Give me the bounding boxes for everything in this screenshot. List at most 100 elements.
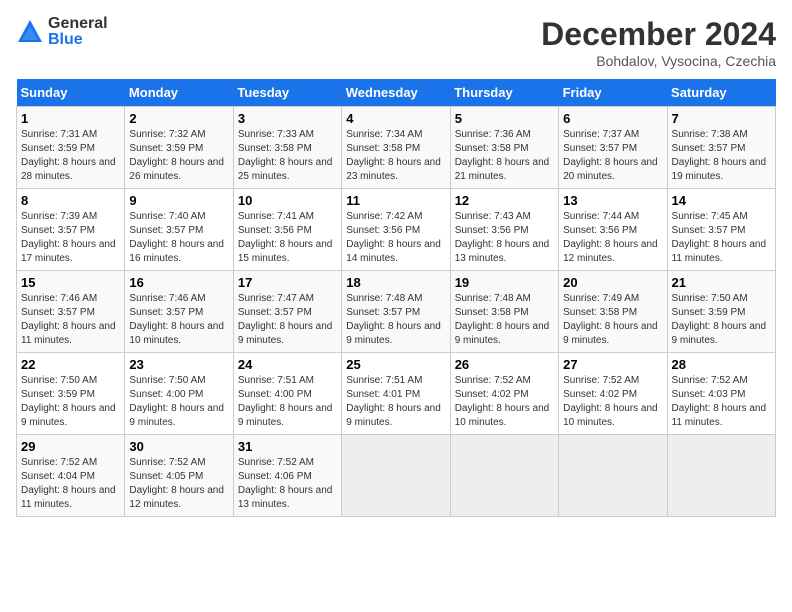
- logo-blue-text: Blue: [48, 32, 108, 48]
- calendar-cell: 15 Sunrise: 7:46 AMSunset: 3:57 PMDaylig…: [17, 271, 125, 353]
- day-info: Sunrise: 7:48 AMSunset: 3:58 PMDaylight:…: [455, 292, 554, 348]
- calendar-cell: 4 Sunrise: 7:34 AMSunset: 3:58 PMDayligh…: [342, 107, 450, 189]
- day-header-friday: Friday: [559, 79, 667, 107]
- day-number: 19: [455, 275, 554, 290]
- day-info: Sunrise: 7:52 AMSunset: 4:06 PMDaylight:…: [238, 456, 337, 512]
- day-info: Sunrise: 7:46 AMSunset: 3:57 PMDaylight:…: [129, 292, 228, 348]
- calendar-cell: 16 Sunrise: 7:46 AMSunset: 3:57 PMDaylig…: [125, 271, 233, 353]
- day-info: Sunrise: 7:45 AMSunset: 3:57 PMDaylight:…: [672, 210, 771, 266]
- location-subtitle: Bohdalov, Vysocina, Czechia: [541, 53, 776, 69]
- day-info: Sunrise: 7:51 AMSunset: 4:01 PMDaylight:…: [346, 374, 445, 430]
- calendar-cell: 28 Sunrise: 7:52 AMSunset: 4:03 PMDaylig…: [667, 353, 775, 435]
- day-info: Sunrise: 7:50 AMSunset: 3:59 PMDaylight:…: [672, 292, 771, 348]
- calendar-cell: 11 Sunrise: 7:42 AMSunset: 3:56 PMDaylig…: [342, 189, 450, 271]
- calendar-cell: 6 Sunrise: 7:37 AMSunset: 3:57 PMDayligh…: [559, 107, 667, 189]
- day-number: 30: [129, 439, 228, 454]
- calendar-cell: 20 Sunrise: 7:49 AMSunset: 3:58 PMDaylig…: [559, 271, 667, 353]
- calendar-cell: 2 Sunrise: 7:32 AMSunset: 3:59 PMDayligh…: [125, 107, 233, 189]
- day-info: Sunrise: 7:43 AMSunset: 3:56 PMDaylight:…: [455, 210, 554, 266]
- calendar-table: SundayMondayTuesdayWednesdayThursdayFrid…: [16, 79, 776, 517]
- day-header-saturday: Saturday: [667, 79, 775, 107]
- day-number: 7: [672, 111, 771, 126]
- page-header: General Blue December 2024 Bohdalov, Vys…: [16, 16, 776, 69]
- day-number: 22: [21, 357, 120, 372]
- day-number: 25: [346, 357, 445, 372]
- calendar-cell: 24 Sunrise: 7:51 AMSunset: 4:00 PMDaylig…: [233, 353, 341, 435]
- day-number: 13: [563, 193, 662, 208]
- calendar-cell: 17 Sunrise: 7:47 AMSunset: 3:57 PMDaylig…: [233, 271, 341, 353]
- day-header-monday: Monday: [125, 79, 233, 107]
- calendar-week-5: 29 Sunrise: 7:52 AMSunset: 4:04 PMDaylig…: [17, 435, 776, 517]
- day-info: Sunrise: 7:31 AMSunset: 3:59 PMDaylight:…: [21, 128, 120, 184]
- logo-general-text: General: [48, 16, 108, 32]
- calendar-cell: 3 Sunrise: 7:33 AMSunset: 3:58 PMDayligh…: [233, 107, 341, 189]
- calendar-cell: 27 Sunrise: 7:52 AMSunset: 4:02 PMDaylig…: [559, 353, 667, 435]
- day-number: 27: [563, 357, 662, 372]
- calendar-cell: [667, 435, 775, 517]
- day-number: 14: [672, 193, 771, 208]
- calendar-cell: 30 Sunrise: 7:52 AMSunset: 4:05 PMDaylig…: [125, 435, 233, 517]
- day-number: 24: [238, 357, 337, 372]
- day-header-thursday: Thursday: [450, 79, 558, 107]
- calendar-header: SundayMondayTuesdayWednesdayThursdayFrid…: [17, 79, 776, 107]
- logo-icon: [16, 18, 44, 46]
- day-number: 16: [129, 275, 228, 290]
- day-info: Sunrise: 7:52 AMSunset: 4:02 PMDaylight:…: [563, 374, 662, 430]
- day-number: 10: [238, 193, 337, 208]
- day-number: 9: [129, 193, 228, 208]
- calendar-cell: 14 Sunrise: 7:45 AMSunset: 3:57 PMDaylig…: [667, 189, 775, 271]
- day-number: 23: [129, 357, 228, 372]
- calendar-cell: 19 Sunrise: 7:48 AMSunset: 3:58 PMDaylig…: [450, 271, 558, 353]
- day-number: 18: [346, 275, 445, 290]
- calendar-cell: 25 Sunrise: 7:51 AMSunset: 4:01 PMDaylig…: [342, 353, 450, 435]
- day-info: Sunrise: 7:50 AMSunset: 3:59 PMDaylight:…: [21, 374, 120, 430]
- calendar-cell: 9 Sunrise: 7:40 AMSunset: 3:57 PMDayligh…: [125, 189, 233, 271]
- calendar-cell: 31 Sunrise: 7:52 AMSunset: 4:06 PMDaylig…: [233, 435, 341, 517]
- calendar-cell: [559, 435, 667, 517]
- day-header-tuesday: Tuesday: [233, 79, 341, 107]
- day-info: Sunrise: 7:51 AMSunset: 4:00 PMDaylight:…: [238, 374, 337, 430]
- day-info: Sunrise: 7:52 AMSunset: 4:04 PMDaylight:…: [21, 456, 120, 512]
- calendar-cell: 23 Sunrise: 7:50 AMSunset: 4:00 PMDaylig…: [125, 353, 233, 435]
- calendar-cell: 18 Sunrise: 7:48 AMSunset: 3:57 PMDaylig…: [342, 271, 450, 353]
- day-header-row: SundayMondayTuesdayWednesdayThursdayFrid…: [17, 79, 776, 107]
- day-info: Sunrise: 7:32 AMSunset: 3:59 PMDaylight:…: [129, 128, 228, 184]
- day-info: Sunrise: 7:42 AMSunset: 3:56 PMDaylight:…: [346, 210, 445, 266]
- day-number: 8: [21, 193, 120, 208]
- calendar-cell: 21 Sunrise: 7:50 AMSunset: 3:59 PMDaylig…: [667, 271, 775, 353]
- calendar-cell: 5 Sunrise: 7:36 AMSunset: 3:58 PMDayligh…: [450, 107, 558, 189]
- day-info: Sunrise: 7:52 AMSunset: 4:02 PMDaylight:…: [455, 374, 554, 430]
- calendar-week-1: 1 Sunrise: 7:31 AMSunset: 3:59 PMDayligh…: [17, 107, 776, 189]
- calendar-cell: 10 Sunrise: 7:41 AMSunset: 3:56 PMDaylig…: [233, 189, 341, 271]
- calendar-cell: 29 Sunrise: 7:52 AMSunset: 4:04 PMDaylig…: [17, 435, 125, 517]
- title-area: December 2024 Bohdalov, Vysocina, Czechi…: [541, 16, 776, 69]
- day-info: Sunrise: 7:36 AMSunset: 3:58 PMDaylight:…: [455, 128, 554, 184]
- day-info: Sunrise: 7:33 AMSunset: 3:58 PMDaylight:…: [238, 128, 337, 184]
- calendar-cell: [450, 435, 558, 517]
- day-number: 1: [21, 111, 120, 126]
- calendar-body: 1 Sunrise: 7:31 AMSunset: 3:59 PMDayligh…: [17, 107, 776, 517]
- day-number: 28: [672, 357, 771, 372]
- calendar-cell: 26 Sunrise: 7:52 AMSunset: 4:02 PMDaylig…: [450, 353, 558, 435]
- day-number: 29: [21, 439, 120, 454]
- calendar-cell: 1 Sunrise: 7:31 AMSunset: 3:59 PMDayligh…: [17, 107, 125, 189]
- day-info: Sunrise: 7:38 AMSunset: 3:57 PMDaylight:…: [672, 128, 771, 184]
- day-info: Sunrise: 7:34 AMSunset: 3:58 PMDaylight:…: [346, 128, 445, 184]
- calendar-cell: 7 Sunrise: 7:38 AMSunset: 3:57 PMDayligh…: [667, 107, 775, 189]
- day-info: Sunrise: 7:52 AMSunset: 4:03 PMDaylight:…: [672, 374, 771, 430]
- logo: General Blue: [16, 16, 108, 48]
- day-info: Sunrise: 7:48 AMSunset: 3:57 PMDaylight:…: [346, 292, 445, 348]
- day-number: 5: [455, 111, 554, 126]
- day-number: 15: [21, 275, 120, 290]
- calendar-week-4: 22 Sunrise: 7:50 AMSunset: 3:59 PMDaylig…: [17, 353, 776, 435]
- day-number: 4: [346, 111, 445, 126]
- calendar-week-3: 15 Sunrise: 7:46 AMSunset: 3:57 PMDaylig…: [17, 271, 776, 353]
- day-info: Sunrise: 7:52 AMSunset: 4:05 PMDaylight:…: [129, 456, 228, 512]
- day-number: 26: [455, 357, 554, 372]
- day-number: 3: [238, 111, 337, 126]
- calendar-cell: 22 Sunrise: 7:50 AMSunset: 3:59 PMDaylig…: [17, 353, 125, 435]
- day-number: 31: [238, 439, 337, 454]
- day-header-sunday: Sunday: [17, 79, 125, 107]
- day-info: Sunrise: 7:46 AMSunset: 3:57 PMDaylight:…: [21, 292, 120, 348]
- day-info: Sunrise: 7:49 AMSunset: 3:58 PMDaylight:…: [563, 292, 662, 348]
